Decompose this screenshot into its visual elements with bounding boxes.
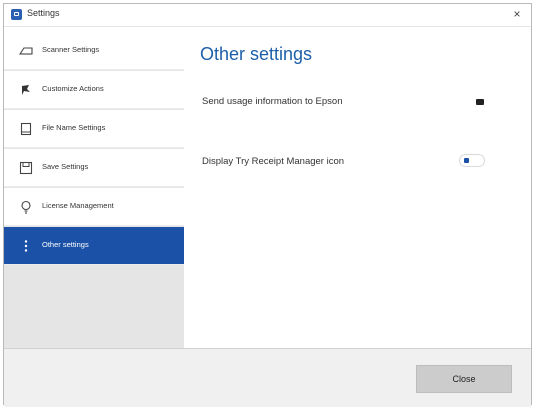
- sidebar-item-scanner-settings[interactable]: Scanner Settings: [4, 32, 184, 70]
- toggle-knob: [464, 158, 469, 163]
- lightbulb-icon: [21, 200, 31, 214]
- window-title: Settings: [27, 8, 60, 18]
- sidebar-item-label: File Name Settings: [42, 123, 106, 132]
- receipt-manager-icon-toggle[interactable]: [459, 154, 485, 167]
- page-title: Other settings: [200, 44, 313, 64]
- send-usage-toggle[interactable]: [466, 95, 492, 108]
- sidebar-item-label: Scanner Settings: [42, 45, 100, 54]
- scanner-icon: [18, 47, 33, 55]
- save-icon: [19, 161, 33, 175]
- footer: Close: [4, 348, 531, 407]
- app-icon: [11, 9, 22, 20]
- sidebar-item-customize-actions[interactable]: Customize Actions: [4, 71, 184, 109]
- send-usage-label: Send usage information to Epson: [202, 96, 343, 107]
- pushpin-icon: [22, 85, 30, 95]
- sidebar-item-other-settings[interactable]: Other settings: [4, 227, 184, 265]
- sidebar-item-file-name-settings[interactable]: File Name Settings: [4, 110, 184, 148]
- window-close-button[interactable]: ×: [509, 6, 525, 22]
- sidebar-item-label: Other settings: [42, 240, 89, 249]
- sidebar-item-label: Save Settings: [42, 162, 89, 171]
- sidebar-item-label: Customize Actions: [42, 84, 104, 93]
- sidebar-item-save-settings[interactable]: Save Settings: [4, 149, 184, 187]
- sidebar-item-license-management[interactable]: License Management: [4, 188, 184, 226]
- file-icon: [20, 122, 32, 136]
- sidebar-item-label: License Management: [42, 201, 114, 210]
- receipt-manager-icon-label: Display Try Receipt Manager icon: [202, 156, 345, 167]
- settings-window: Settings × Scanner Settings Customize Ac…: [3, 3, 532, 407]
- close-button[interactable]: Close: [416, 365, 512, 393]
- toggle-knob: [476, 99, 484, 105]
- more-vertical-icon: [24, 240, 28, 252]
- sidebar: Scanner Settings Customize Actions File …: [4, 32, 184, 348]
- title-bar: Settings ×: [4, 4, 531, 27]
